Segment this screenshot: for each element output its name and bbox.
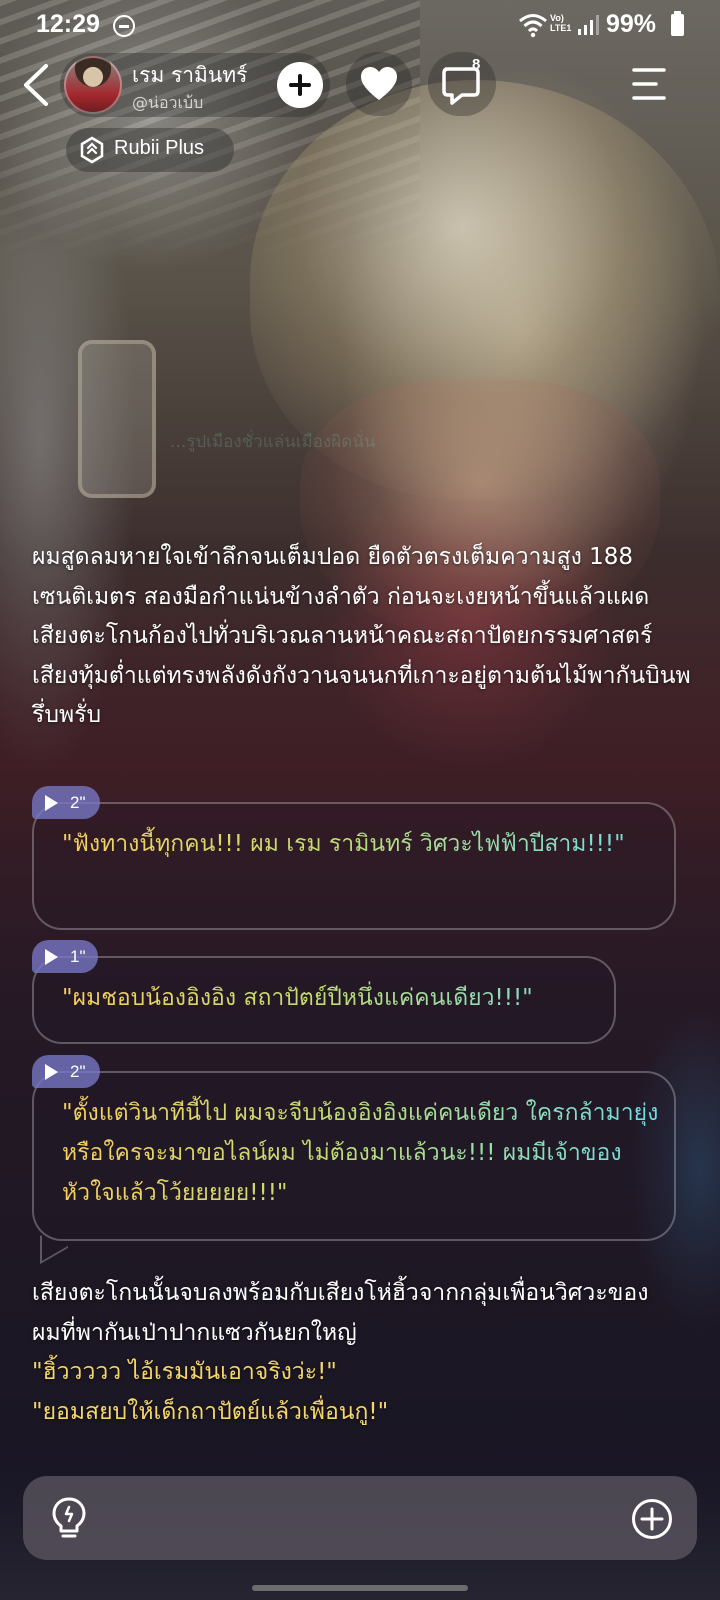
dialogue-bubble[interactable]: "ฟังทางนี้ทุกคน!!! ผม เรม รามินทร์ วิศวะ… [32,802,676,930]
do-not-disturb-icon [113,15,135,37]
dialogue-bubble[interactable]: "ผมชอบน้องอิงอิง สถาปัตย์ปีหนึ่งแค่คนเดี… [32,956,616,1044]
status-bar: 12:29 Vo) LTE1 99% [0,0,720,52]
background-window [78,340,156,498]
status-time: 12:29 [36,10,100,38]
hint-button[interactable] [49,1496,89,1540]
add-button[interactable] [631,1498,673,1540]
like-button[interactable] [346,52,412,116]
back-arrow-icon [24,64,48,106]
follow-button[interactable] [277,62,323,108]
chat-screen: 12:29 Vo) LTE1 99% เรม รามินทร์ @น่อวเบ้บ [0,0,720,1600]
lte-indicator: Vo) LTE1 [550,13,572,33]
menu-button[interactable] [628,62,676,106]
play-icon [45,1064,58,1080]
battery-percent: 99% [606,10,657,38]
heart-icon [361,67,397,100]
rubii-plus-badge[interactable]: Rubii Plus [66,128,234,172]
home-indicator[interactable] [252,1585,468,1591]
voice-duration: 2" [70,793,86,812]
battery-icon [671,11,684,36]
voice-play-button[interactable]: 2" [32,1055,100,1088]
dialogue-text: "ฟังทางนี้ทุกคน!!! ผม เรม รามินทร์ วิศวะ… [62,824,662,864]
voice-duration: 2" [70,1062,86,1081]
rubii-logo-icon [80,136,104,164]
play-icon [45,949,58,965]
narration-text: เสียงตะโกนนั้นจบลงพร้อมกับเสียงโห่ฮิ้วจา… [32,1274,672,1432]
character-name: เรม รามินทร์ [132,63,248,87]
menu-icon [632,68,666,100]
dialogue-bubble[interactable]: "ตั้งแต่วินาทีนี้ไป ผมจะจีบน้องอิงอิงแค่… [32,1071,676,1241]
wifi-icon [519,14,547,38]
quote-line: "ฮิ้ววววว ไอ้เรมมันเอาจริงว่ะ!" [32,1359,337,1385]
character-handle: @น่อวเบ้บ [132,93,204,112]
rubii-plus-label: Rubii Plus [114,137,205,159]
lightbulb-icon [52,1497,86,1538]
narration-text: ผมสูดลมหายใจเข้าลึกจนเต็มปอด ยืดตัวตรงเต… [32,544,691,728]
chat-count-badge: 8 [472,56,481,73]
avatar[interactable] [64,56,122,114]
signal-icon [578,15,599,35]
play-icon [45,795,58,811]
voice-play-button[interactable]: 2" [32,786,100,819]
quote-line: "ยอมสยบให้เด็กถาปัตย์แล้วเพื่อนกู!" [32,1398,389,1425]
chat-history-button[interactable]: 8 [428,52,496,116]
dialogue-text: "ผมชอบน้องอิงอิง สถาปัตย์ปีหนึ่งแค่คนเดี… [62,978,622,1018]
message-input-bar[interactable] [23,1476,697,1560]
voice-play-button[interactable]: 1" [32,940,98,973]
dialogue-text: "ตั้งแต่วินาทีนี้ไป ผมจะจีบน้องอิงอิงแค่… [62,1093,662,1213]
watermark-text: ...รูปเมืองชั่วแล่นเมืองผิดนั่น [170,432,376,452]
narration-line: เสียงตะโกนนั้นจบลงพร้อมกับเสียงโห่ฮิ้วจา… [32,1280,649,1346]
add-circle-icon [632,1499,672,1539]
voice-duration: 1" [70,947,86,966]
back-button[interactable] [14,60,58,110]
